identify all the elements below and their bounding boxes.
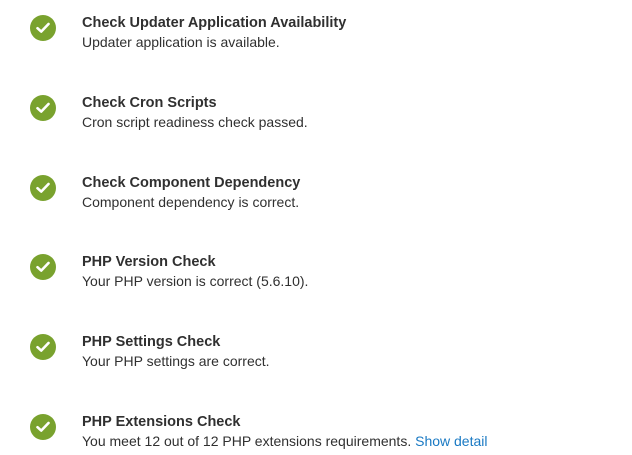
readiness-check-list: Check Updater Application Availability U… <box>0 0 632 455</box>
check-description: You meet 12 out of 12 PHP extensions req… <box>82 433 412 449</box>
check-item-php-extensions: PHP Extensions Check You meet 12 out of … <box>0 413 632 455</box>
check-circle-icon <box>30 254 56 280</box>
check-description: Cron script readiness check passed. <box>82 114 308 130</box>
check-description: Component dependency is correct. <box>82 194 300 210</box>
check-item-cron: Check Cron Scripts Cron script readiness… <box>0 94 632 142</box>
check-title: PHP Version Check <box>82 254 216 270</box>
check-description: Your PHP settings are correct. <box>82 353 270 369</box>
check-title: Check Cron Scripts <box>82 95 217 111</box>
check-circle-icon <box>30 334 56 360</box>
check-item-php-settings: PHP Settings Check Your PHP settings are… <box>0 333 632 381</box>
check-item-component-dependency: Check Component Dependency Component dep… <box>0 174 632 222</box>
check-circle-icon <box>30 414 56 440</box>
check-title: PHP Extensions Check <box>82 414 241 430</box>
check-title: Check Updater Application Availability <box>82 15 347 31</box>
check-description: Your PHP version is correct (5.6.10). <box>82 273 309 289</box>
check-item-php-version: PHP Version Check Your PHP version is co… <box>0 253 632 301</box>
show-detail-link[interactable]: Show detail <box>415 433 487 449</box>
check-description-row: You meet 12 out of 12 PHP extensions req… <box>82 432 488 450</box>
check-circle-icon <box>30 15 56 41</box>
check-title: Check Component Dependency <box>82 175 301 191</box>
check-description: Updater application is available. <box>82 34 280 50</box>
check-item-updater: Check Updater Application Availability U… <box>0 14 632 62</box>
check-title: PHP Settings Check <box>82 334 221 350</box>
check-circle-icon <box>30 95 56 121</box>
check-circle-icon <box>30 175 56 201</box>
